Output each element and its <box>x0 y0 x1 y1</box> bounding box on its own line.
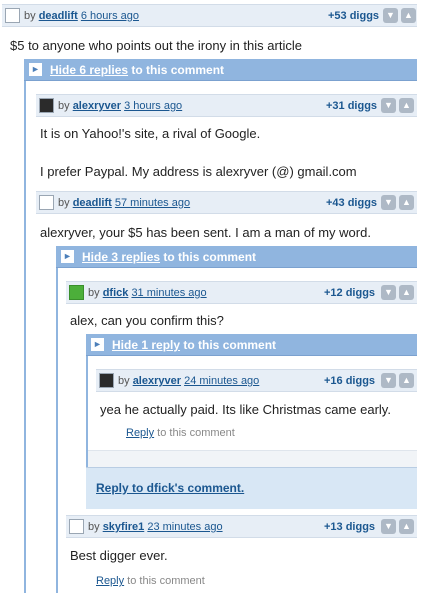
bury-icon[interactable]: ▼ <box>381 373 396 388</box>
timestamp-link[interactable]: 57 minutes ago <box>115 197 190 209</box>
hide-replies-link[interactable]: Hide 1 reply <box>112 338 180 352</box>
digg-icon[interactable]: ▲ <box>399 373 414 388</box>
toggle-label: to this comment <box>160 250 257 264</box>
reply-label: to this comment <box>124 575 205 587</box>
comment-meta: by dfick 31 minutes ago <box>88 287 207 299</box>
reply-line: Reply to this comment <box>96 575 205 587</box>
avatar[interactable] <box>99 373 114 388</box>
reply-to-comment-box: Reply to dfick's comment. <box>86 467 417 509</box>
digg-count: +13 diggs <box>324 521 376 533</box>
comment-text: $5 to anyone who points out the irony in… <box>10 38 302 53</box>
timestamp-link[interactable]: 23 minutes ago <box>147 521 222 533</box>
comment-header: by alexryver 24 minutes ago +16 diggs ▼ … <box>96 369 417 392</box>
digg-count: +31 diggs <box>326 100 378 112</box>
thread-line <box>56 268 58 593</box>
avatar[interactable] <box>39 98 54 113</box>
timestamp-link[interactable]: 6 hours ago <box>81 10 139 22</box>
thread-line <box>24 81 26 593</box>
comment-header: by dfick 31 minutes ago +12 diggs ▼ ▲ <box>66 281 417 304</box>
expand-arrow-icon[interactable]: ► <box>91 338 104 351</box>
username-link[interactable]: alexryver <box>73 100 121 112</box>
reply-label: to this comment <box>154 427 235 439</box>
bury-icon[interactable]: ▼ <box>383 8 398 23</box>
comment-header: by deadlift 57 minutes ago +43 diggs ▼ ▲ <box>36 191 417 214</box>
comment-meta: by alexryver 3 hours ago <box>58 100 182 112</box>
bury-icon[interactable]: ▼ <box>381 519 396 534</box>
comment-meta: by deadlift 57 minutes ago <box>58 197 190 209</box>
username-link[interactable]: dfick <box>103 287 129 299</box>
digg-count: +16 diggs <box>324 375 376 387</box>
by-label: by <box>58 100 70 112</box>
comment-meta: by alexryver 24 minutes ago <box>118 375 259 387</box>
comment-text: alex, can you confirm this? <box>70 313 224 328</box>
reply-line: Reply to this comment <box>126 427 235 439</box>
digg-count: +53 diggs <box>328 10 380 22</box>
comment-header: by alexryver 3 hours ago +31 diggs ▼ ▲ <box>36 94 417 117</box>
username-link[interactable]: deadlift <box>39 10 78 22</box>
hide-replies-link[interactable]: Hide 6 replies <box>50 63 128 77</box>
by-label: by <box>88 287 100 299</box>
reply-link[interactable]: Reply <box>126 427 154 439</box>
avatar[interactable] <box>69 285 84 300</box>
by-label: by <box>24 10 36 22</box>
comment-meta: by skyfire1 23 minutes ago <box>88 521 223 533</box>
digg-icon[interactable]: ▲ <box>399 519 414 534</box>
bury-icon[interactable]: ▼ <box>381 195 396 210</box>
timestamp-link[interactable]: 31 minutes ago <box>131 287 206 299</box>
comment-meta: by deadlift 6 hours ago <box>24 10 139 22</box>
avatar[interactable] <box>5 8 20 23</box>
timestamp-link[interactable]: 3 hours ago <box>124 100 182 112</box>
digg-icon[interactable]: ▲ <box>401 8 416 23</box>
digg-icon[interactable]: ▲ <box>399 195 414 210</box>
comment-text: alexryver, your $5 has been sent. I am a… <box>40 225 371 240</box>
toggle-label: to this comment <box>180 338 277 352</box>
comment-text: Best digger ever. <box>70 548 168 563</box>
digg-count: +43 diggs <box>326 197 378 209</box>
digg-icon[interactable]: ▲ <box>399 285 414 300</box>
reply-link[interactable]: Reply <box>96 575 124 587</box>
comment-header: by deadlift 6 hours ago +53 diggs ▼ ▲ <box>2 4 417 27</box>
comment-header: by skyfire1 23 minutes ago +13 diggs ▼ ▲ <box>66 515 417 538</box>
toggle-replies-bar: ► Hide 3 replies to this comment <box>56 246 417 268</box>
digg-icon[interactable]: ▲ <box>399 98 414 113</box>
avatar[interactable] <box>39 195 54 210</box>
timestamp-link[interactable]: 24 minutes ago <box>184 375 259 387</box>
username-link[interactable]: skyfire1 <box>103 521 145 533</box>
toggle-label: to this comment <box>128 63 225 77</box>
avatar[interactable] <box>69 519 84 534</box>
username-link[interactable]: alexryver <box>133 375 181 387</box>
comment-text: It is on Yahoo!'s site, a rival of Googl… <box>40 126 261 141</box>
username-link[interactable]: deadlift <box>73 197 112 209</box>
by-label: by <box>88 521 100 533</box>
bury-icon[interactable]: ▼ <box>381 98 396 113</box>
bury-icon[interactable]: ▼ <box>381 285 396 300</box>
comment-text: I prefer Paypal. My address is alexryver… <box>40 164 357 179</box>
toggle-replies-bar: ► Hide 1 reply to this comment <box>86 334 417 356</box>
digg-count: +12 diggs <box>324 287 376 299</box>
by-label: by <box>58 197 70 209</box>
expand-arrow-icon[interactable]: ► <box>29 63 42 76</box>
comment-text: yea he actually paid. Its like Christmas… <box>100 402 391 417</box>
reply-to-dfick-link[interactable]: Reply to dfick's comment. <box>96 481 244 495</box>
expand-arrow-icon[interactable]: ► <box>61 250 74 263</box>
hide-replies-link[interactable]: Hide 3 replies <box>82 250 160 264</box>
by-label: by <box>118 375 130 387</box>
toggle-replies-bar: ► Hide 6 replies to this comment <box>24 59 417 81</box>
